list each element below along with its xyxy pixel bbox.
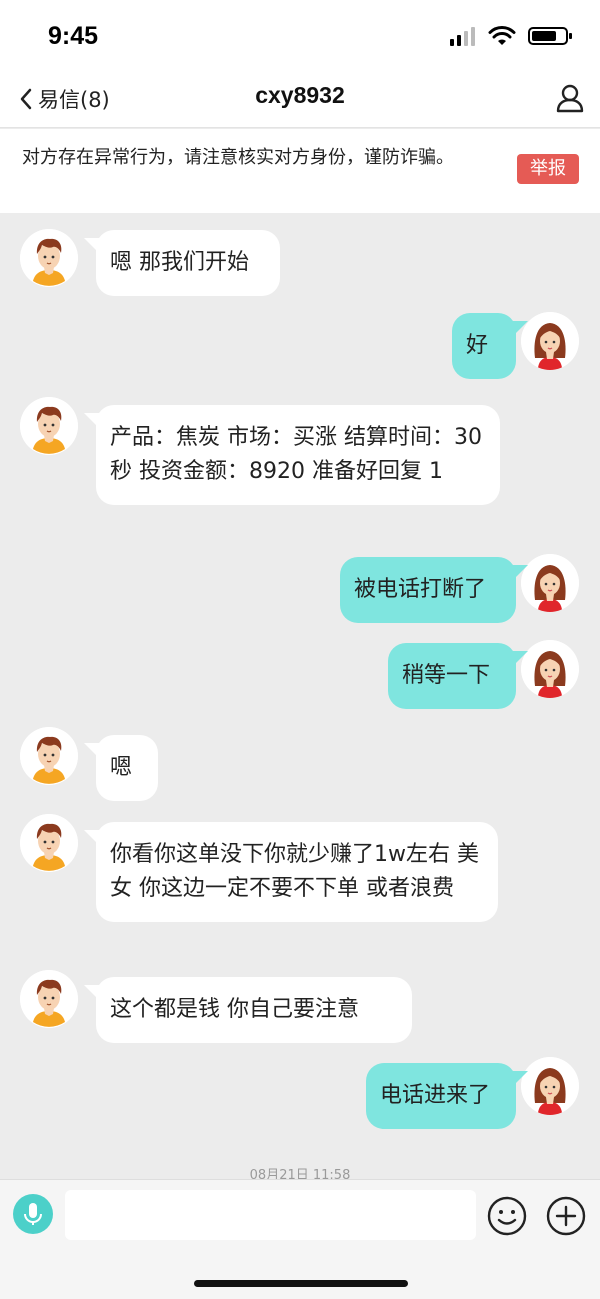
- my-avatar[interactable]: [521, 640, 579, 698]
- smiley-icon: [487, 1196, 527, 1236]
- incoming-message-bubble[interactable]: 产品：焦炭 市场：买涨 结算时间：30秒 投资金额：8920 准备好回复 1: [84, 405, 500, 505]
- contact-avatar[interactable]: [20, 397, 78, 455]
- profile-button[interactable]: [554, 82, 586, 114]
- contact-avatar[interactable]: [20, 727, 78, 785]
- wifi-icon: [488, 26, 516, 45]
- my-avatar[interactable]: [521, 312, 579, 370]
- battery-icon: [528, 27, 572, 45]
- contact-avatar[interactable]: [20, 229, 78, 287]
- contact-avatar[interactable]: [20, 814, 78, 872]
- voice-button[interactable]: [13, 1194, 53, 1234]
- male-avatar-illustration: [20, 970, 78, 1028]
- male-avatar-illustration: [20, 397, 78, 455]
- male-avatar-illustration: [20, 814, 78, 872]
- plus-icon: [546, 1196, 586, 1236]
- microphone-icon: [24, 1203, 42, 1225]
- incoming-message-bubble[interactable]: 嗯 那我们开始: [84, 230, 280, 296]
- outgoing-message-bubble[interactable]: 电话进来了: [366, 1063, 528, 1129]
- signal-icon: [450, 27, 475, 46]
- incoming-message-bubble[interactable]: 这个都是钱 你自己要注意: [84, 977, 412, 1043]
- female-avatar-illustration: [521, 1057, 579, 1115]
- status-time: 9:45: [48, 22, 99, 50]
- outgoing-message-bubble[interactable]: 好: [452, 313, 528, 379]
- status-bar: 9:45: [0, 0, 600, 70]
- warning-banner: 对方存在异常行为，请注意核实对方身份，谨防诈骗。: [0, 129, 600, 213]
- my-avatar[interactable]: [521, 554, 579, 612]
- page-title: cxy8932: [255, 82, 345, 108]
- outgoing-message-bubble[interactable]: 被电话打断了: [340, 557, 528, 623]
- contact-avatar[interactable]: [20, 970, 78, 1028]
- male-avatar-illustration: [20, 727, 78, 785]
- nav-bar: 易信(8) cxy8932: [0, 70, 600, 128]
- female-avatar-illustration: [521, 640, 579, 698]
- report-button[interactable]: 举报: [517, 154, 579, 184]
- incoming-message-bubble[interactable]: 你看你这单没下你就少赚了1w左右 美女 你这边一定不要不下单 或者浪费: [84, 822, 498, 922]
- person-icon: [556, 84, 584, 113]
- warning-text: 对方存在异常行为，请注意核实对方身份，谨防诈骗。: [22, 147, 454, 168]
- female-avatar-illustration: [521, 312, 579, 370]
- emoji-button[interactable]: [486, 1195, 528, 1237]
- male-avatar-illustration: [20, 229, 78, 287]
- home-indicator: [194, 1280, 408, 1287]
- outgoing-message-bubble[interactable]: 稍等一下: [388, 643, 528, 709]
- female-avatar-illustration: [521, 554, 579, 612]
- incoming-message-bubble[interactable]: 嗯: [84, 735, 158, 801]
- message-input[interactable]: [65, 1190, 476, 1240]
- my-avatar[interactable]: [521, 1057, 579, 1115]
- plus-button[interactable]: [545, 1195, 587, 1237]
